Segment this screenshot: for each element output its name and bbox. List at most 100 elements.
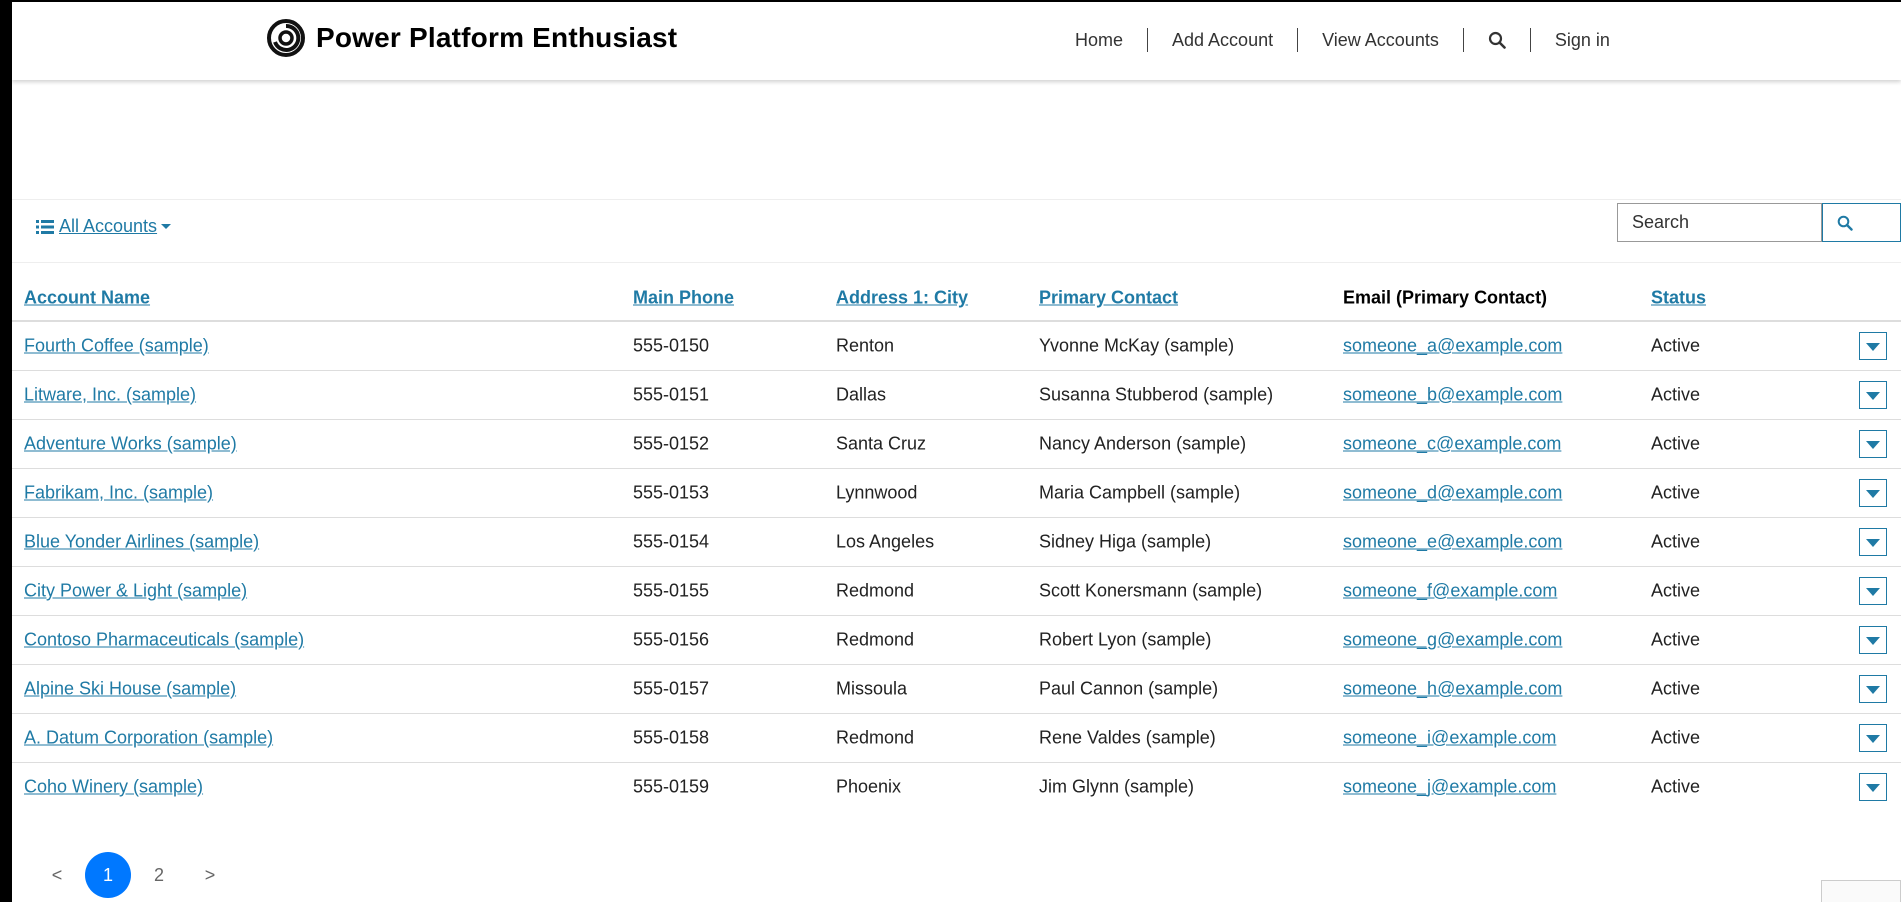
prev-page-button[interactable]: < xyxy=(34,852,80,898)
status: Active xyxy=(1651,433,1701,454)
chevron-down-icon xyxy=(1866,784,1880,792)
view-selector-label: All Accounts xyxy=(59,216,158,236)
account-name-link[interactable]: Alpine Ski House (sample) xyxy=(24,679,236,700)
grid-search-input[interactable] xyxy=(1617,203,1822,242)
table-row: Fourth Coffee (sample) 555-0150 Renton Y… xyxy=(12,322,1901,371)
row-actions-button[interactable] xyxy=(1859,675,1887,703)
account-name-link[interactable]: Coho Winery (sample) xyxy=(24,777,203,798)
row-actions-button[interactable] xyxy=(1859,381,1887,409)
email-link[interactable]: someone_h@example.com xyxy=(1343,679,1562,700)
chevron-down-icon xyxy=(1866,588,1880,596)
nav-home[interactable]: Home xyxy=(1075,27,1147,53)
row-actions-button[interactable] xyxy=(1859,724,1887,752)
status: Active xyxy=(1651,678,1701,699)
primary-contact: Susanna Stubberod (sample) xyxy=(1039,384,1274,405)
site-header: Power Platform Enthusiast Home Add Accou… xyxy=(12,2,1901,80)
city: Lynnwood xyxy=(836,482,918,503)
email-link[interactable]: someone_j@example.com xyxy=(1343,777,1556,798)
row-actions-button[interactable] xyxy=(1859,773,1887,801)
row-actions-button[interactable] xyxy=(1859,528,1887,556)
row-actions-button[interactable] xyxy=(1859,430,1887,458)
main-phone: 555-0150 xyxy=(633,335,710,356)
nav-search-button[interactable] xyxy=(1464,31,1530,49)
account-name-link[interactable]: City Power & Light (sample) xyxy=(24,581,247,602)
email-link[interactable]: someone_e@example.com xyxy=(1343,532,1562,553)
city: Renton xyxy=(836,335,895,356)
accounts-table: Account Name Main Phone Address 1: City … xyxy=(12,276,1901,811)
email-link[interactable]: someone_g@example.com xyxy=(1343,630,1562,651)
page-button-1[interactable]: 1 xyxy=(85,852,131,898)
grid-search-button[interactable] xyxy=(1822,203,1901,242)
email-link[interactable]: someone_c@example.com xyxy=(1343,434,1561,455)
column-header-account-name[interactable]: Account Name xyxy=(24,288,150,309)
status: Active xyxy=(1651,482,1701,503)
status: Active xyxy=(1651,776,1701,797)
table-row: Coho Winery (sample) 555-0159 Phoenix Ji… xyxy=(12,763,1901,811)
table-row: Blue Yonder Airlines (sample) 555-0154 L… xyxy=(12,518,1901,567)
primary-contact: Paul Cannon (sample) xyxy=(1039,678,1219,699)
view-selector-dropdown[interactable]: All Accounts xyxy=(36,216,172,237)
account-name-link[interactable]: Blue Yonder Airlines (sample) xyxy=(24,532,259,553)
table-row: Adventure Works (sample) 555-0152 Santa … xyxy=(12,420,1901,469)
brand[interactable]: Power Platform Enthusiast xyxy=(266,17,677,59)
grid-toolbar: All Accounts xyxy=(12,199,1901,263)
email-link[interactable]: someone_f@example.com xyxy=(1343,581,1557,602)
account-name-link[interactable]: Litware, Inc. (sample) xyxy=(24,385,196,406)
primary-contact: Robert Lyon (sample) xyxy=(1039,629,1212,650)
main-phone: 555-0153 xyxy=(633,482,710,503)
corner-widget[interactable] xyxy=(1821,880,1901,902)
column-header-main-phone[interactable]: Main Phone xyxy=(633,288,734,309)
nav-sign-in[interactable]: Sign in xyxy=(1531,27,1634,53)
email-link[interactable]: someone_b@example.com xyxy=(1343,385,1562,406)
page: Power Platform Enthusiast Home Add Accou… xyxy=(12,2,1901,902)
account-name-link[interactable]: Fourth Coffee (sample) xyxy=(24,336,209,357)
pagination: < 1 2 > xyxy=(34,852,238,898)
email-link[interactable]: someone_d@example.com xyxy=(1343,483,1562,504)
city: Phoenix xyxy=(836,776,902,797)
caret-down-icon xyxy=(161,224,172,229)
next-page-button[interactable]: > xyxy=(187,852,233,898)
brand-logo-icon xyxy=(267,19,305,57)
status: Active xyxy=(1651,727,1701,748)
search-icon xyxy=(1837,215,1853,231)
row-actions-button[interactable] xyxy=(1859,479,1887,507)
chevron-down-icon xyxy=(1866,686,1880,694)
main-phone: 555-0152 xyxy=(633,433,710,454)
primary-contact: Nancy Anderson (sample) xyxy=(1039,433,1247,454)
nav-view-accounts[interactable]: View Accounts xyxy=(1298,27,1463,53)
page-button-2[interactable]: 2 xyxy=(136,852,182,898)
table-row: A. Datum Corporation (sample) 555-0158 R… xyxy=(12,714,1901,763)
search-icon xyxy=(1488,31,1506,49)
city: Missoula xyxy=(836,678,908,699)
table-row: Alpine Ski House (sample) 555-0157 Misso… xyxy=(12,665,1901,714)
status: Active xyxy=(1651,335,1701,356)
account-name-link[interactable]: Adventure Works (sample) xyxy=(24,434,237,455)
city: Redmond xyxy=(836,629,915,650)
primary-contact: Jim Glynn (sample) xyxy=(1039,776,1195,797)
main-phone: 555-0154 xyxy=(633,531,710,552)
row-actions-button[interactable] xyxy=(1859,626,1887,654)
account-name-link[interactable]: Contoso Pharmaceuticals (sample) xyxy=(24,630,304,651)
chevron-down-icon xyxy=(1866,343,1880,351)
email-link[interactable]: someone_a@example.com xyxy=(1343,336,1562,357)
chevron-down-icon xyxy=(1866,637,1880,645)
column-header-city[interactable]: Address 1: City xyxy=(836,288,968,309)
primary-contact: Yvonne McKay (sample) xyxy=(1039,335,1235,356)
main-phone: 555-0158 xyxy=(633,727,710,748)
column-header-primary-contact[interactable]: Primary Contact xyxy=(1039,288,1178,309)
column-header-status[interactable]: Status xyxy=(1651,288,1706,309)
email-link[interactable]: someone_i@example.com xyxy=(1343,728,1556,749)
row-actions-button[interactable] xyxy=(1859,577,1887,605)
row-actions-button[interactable] xyxy=(1859,332,1887,360)
table-row: City Power & Light (sample) 555-0155 Red… xyxy=(12,567,1901,616)
city: Los Angeles xyxy=(836,531,935,552)
account-name-link[interactable]: Fabrikam, Inc. (sample) xyxy=(24,483,213,504)
column-header-email: Email (Primary Contact) xyxy=(1343,287,1548,308)
city: Santa Cruz xyxy=(836,433,927,454)
main-phone: 555-0156 xyxy=(633,629,710,650)
nav-add-account[interactable]: Add Account xyxy=(1148,27,1297,53)
status: Active xyxy=(1651,531,1701,552)
list-icon xyxy=(36,219,54,234)
account-name-link[interactable]: A. Datum Corporation (sample) xyxy=(24,728,273,749)
primary-contact: Maria Campbell (sample) xyxy=(1039,482,1241,503)
